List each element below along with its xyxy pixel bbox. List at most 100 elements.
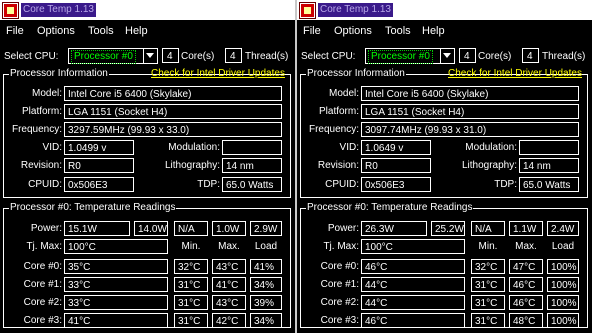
core-min-temperature: 31°C xyxy=(174,277,208,292)
title-bar[interactable]: Core Temp 1.13 xyxy=(297,0,592,21)
tjmax-value: 100°C xyxy=(64,239,168,254)
dropdown-button[interactable] xyxy=(440,49,454,63)
core-load: 100% xyxy=(547,277,579,292)
power-cores: 25.2W xyxy=(431,221,465,236)
tdp-label: TDP: xyxy=(197,179,220,190)
modulation-value xyxy=(519,140,579,155)
chevron-down-icon xyxy=(443,53,451,58)
frequency-label: Frequency: xyxy=(308,124,359,135)
modulation-label: Modulation: xyxy=(168,142,220,153)
tjmax-value: 100°C xyxy=(361,239,465,254)
platform-label: Platform: xyxy=(21,106,62,117)
power-uncore: N/A xyxy=(471,221,505,236)
frequency-value: 3297.59MHz (99.93 x 33.0) xyxy=(64,122,282,137)
cpu-select[interactable]: Processor #0 xyxy=(68,48,158,64)
core-temperature: 46°C xyxy=(361,313,465,328)
core-label: Core #1: xyxy=(23,279,62,290)
vid-value: 1.0499 v xyxy=(64,140,134,155)
core-max-temperature: 47°C xyxy=(509,259,543,274)
core-temperature: 41°C xyxy=(64,313,168,328)
temperature-readings-title: Processor #0: Temperature Readings xyxy=(306,202,474,213)
threads-count: 4 xyxy=(522,48,539,63)
select-cpu-label: Select CPU: xyxy=(301,51,356,62)
platform-value: LGA 1151 (Socket H4) xyxy=(361,104,579,119)
core-label: Core #0: xyxy=(23,261,62,272)
load-header: Load xyxy=(551,241,575,252)
coretemp-app-icon xyxy=(299,2,316,19)
temperature-readings-title: Processor #0: Temperature Readings xyxy=(9,202,177,213)
core-temperature: 33°C xyxy=(64,277,168,292)
power-dram: 2.9W xyxy=(250,221,282,236)
power-label: Power: xyxy=(327,223,359,234)
lithography-value: 14 nm xyxy=(519,158,579,173)
core-max-temperature: 41°C xyxy=(212,277,246,292)
dropdown-button[interactable] xyxy=(143,49,157,63)
core-load: 100% xyxy=(547,313,579,328)
power-graphics: 1.1W xyxy=(509,221,543,236)
cpu-select-value: Processor #0 xyxy=(71,50,136,64)
menu-file[interactable]: File xyxy=(303,25,321,37)
power-package: 15.1W xyxy=(64,221,130,236)
revision-value: R0 xyxy=(64,158,134,173)
cpu-select[interactable]: Processor #0 xyxy=(365,48,455,64)
load-header: Load xyxy=(254,241,278,252)
menu-options[interactable]: Options xyxy=(37,25,75,37)
lithography-label: Lithography: xyxy=(461,160,517,171)
core-load: 100% xyxy=(547,259,579,274)
menu-help[interactable]: Help xyxy=(422,25,445,37)
model-value: Intel Core i5 6400 (Skylake) xyxy=(361,86,579,101)
core-min-temperature: 31°C xyxy=(471,295,505,310)
max-header: Max. xyxy=(218,241,240,252)
title-bar[interactable]: Core Temp 1.13 xyxy=(0,0,295,21)
power-label: Power: xyxy=(30,223,62,234)
model-label: Model: xyxy=(328,88,359,99)
processor-information-title: Processor Information xyxy=(306,68,406,79)
core-label: Core #0: xyxy=(320,261,359,272)
model-value: Intel Core i5 6400 (Skylake) xyxy=(64,86,282,101)
core-max-temperature: 43°C xyxy=(212,295,246,310)
platform-value: LGA 1151 (Socket H4) xyxy=(64,104,282,119)
threads-label: Thread(s) xyxy=(542,51,586,62)
power-cores: 14.0W xyxy=(134,221,168,236)
modulation-value xyxy=(222,140,282,155)
core-max-temperature: 46°C xyxy=(509,277,543,292)
tjmax-label: Tj. Max: xyxy=(323,241,359,252)
window-title: Core Temp 1.13 xyxy=(21,3,96,17)
menu-help[interactable]: Help xyxy=(125,25,148,37)
power-dram: 2.4W xyxy=(547,221,579,236)
threads-count: 4 xyxy=(225,48,242,63)
core-label: Core #2: xyxy=(23,297,62,308)
min-header: Min. xyxy=(181,241,201,252)
max-header: Max. xyxy=(515,241,537,252)
power-graphics: 1.0W xyxy=(212,221,246,236)
power-uncore: N/A xyxy=(174,221,208,236)
frequency-label: Frequency: xyxy=(11,124,62,135)
revision-label: Revision: xyxy=(317,160,359,171)
tdp-value: 65.0 Watts xyxy=(222,177,282,192)
coretemp-app-icon xyxy=(2,2,19,19)
vid-label: VID: xyxy=(42,142,62,153)
intel-driver-updates-link[interactable]: Check for Intel Driver Updates xyxy=(448,68,582,79)
core-load: 39% xyxy=(250,295,282,310)
vid-label: VID: xyxy=(339,142,359,153)
menu-options[interactable]: Options xyxy=(334,25,372,37)
model-label: Model: xyxy=(31,88,62,99)
menu-tools[interactable]: Tools xyxy=(88,25,114,37)
core-temperature: 46°C xyxy=(361,259,465,274)
core-temperature: 35°C xyxy=(64,259,168,274)
revision-label: Revision: xyxy=(20,160,62,171)
core-load: 100% xyxy=(547,295,579,310)
intel-driver-updates-link[interactable]: Check for Intel Driver Updates xyxy=(151,68,285,79)
core-min-temperature: 31°C xyxy=(471,277,505,292)
core-max-temperature: 42°C xyxy=(212,313,246,328)
menu-bar: File Options Tools Help xyxy=(0,20,295,42)
frequency-value: 3097.74MHz (99.93 x 31.0) xyxy=(361,122,579,137)
menu-file[interactable]: File xyxy=(6,25,24,37)
cpuid-label: CPUID: xyxy=(325,179,359,190)
cores-label: Core(s) xyxy=(181,51,215,62)
menu-tools[interactable]: Tools xyxy=(385,25,411,37)
power-package: 26.3W xyxy=(361,221,427,236)
min-header: Min. xyxy=(478,241,498,252)
lithography-value: 14 nm xyxy=(222,158,282,173)
core-temperature: 44°C xyxy=(361,295,465,310)
